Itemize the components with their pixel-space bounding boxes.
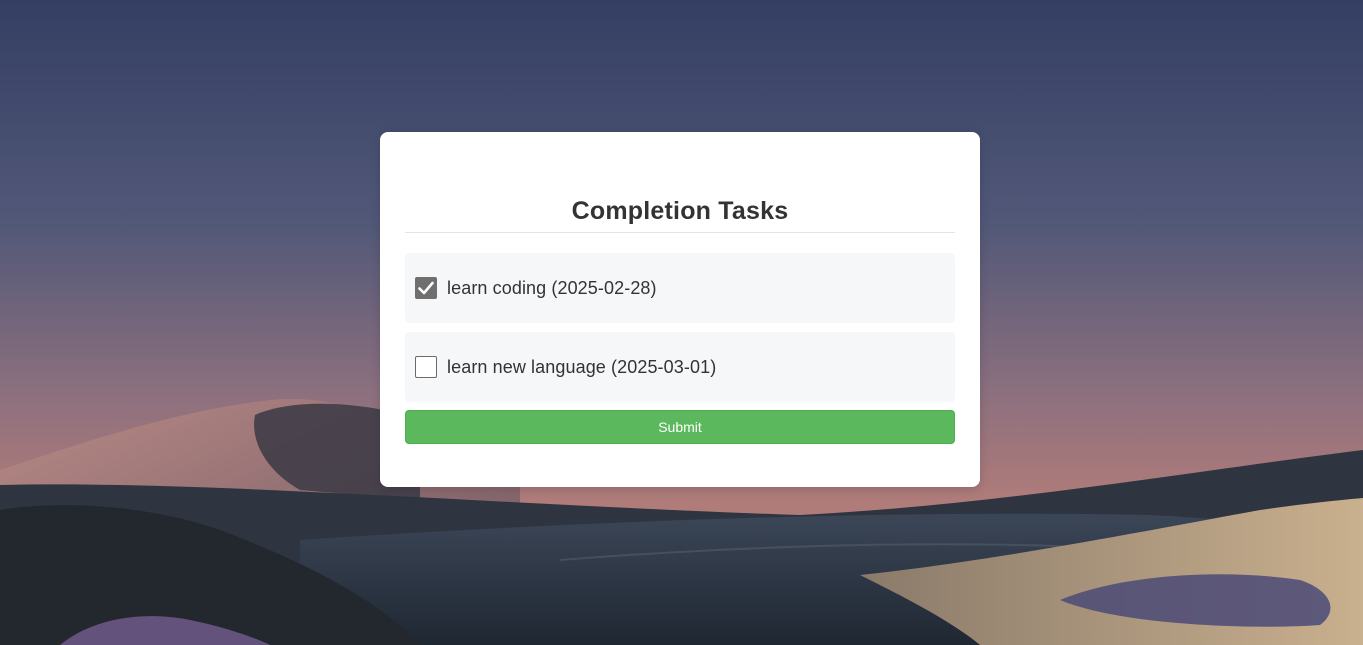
- task-checkbox-learn-new-language[interactable]: [415, 356, 437, 378]
- task-card: Completion Tasks learn coding (2025-02-2…: [380, 132, 980, 487]
- task-label: learn coding (2025-02-28): [447, 277, 657, 298]
- task-checkbox-learn-coding[interactable]: [415, 277, 437, 299]
- page-title: Completion Tasks: [571, 197, 789, 225]
- task-item-learn-new-language[interactable]: learn new language (2025-03-01): [405, 332, 955, 402]
- task-list: learn coding (2025-02-28) learn new lang…: [405, 253, 955, 402]
- submit-button[interactable]: Submit: [405, 410, 955, 444]
- task-item-learn-coding[interactable]: learn coding (2025-02-28): [405, 253, 955, 323]
- task-label: learn new language (2025-03-01): [447, 356, 717, 377]
- title-divider: [405, 232, 955, 233]
- checkmark-icon: [418, 281, 434, 295]
